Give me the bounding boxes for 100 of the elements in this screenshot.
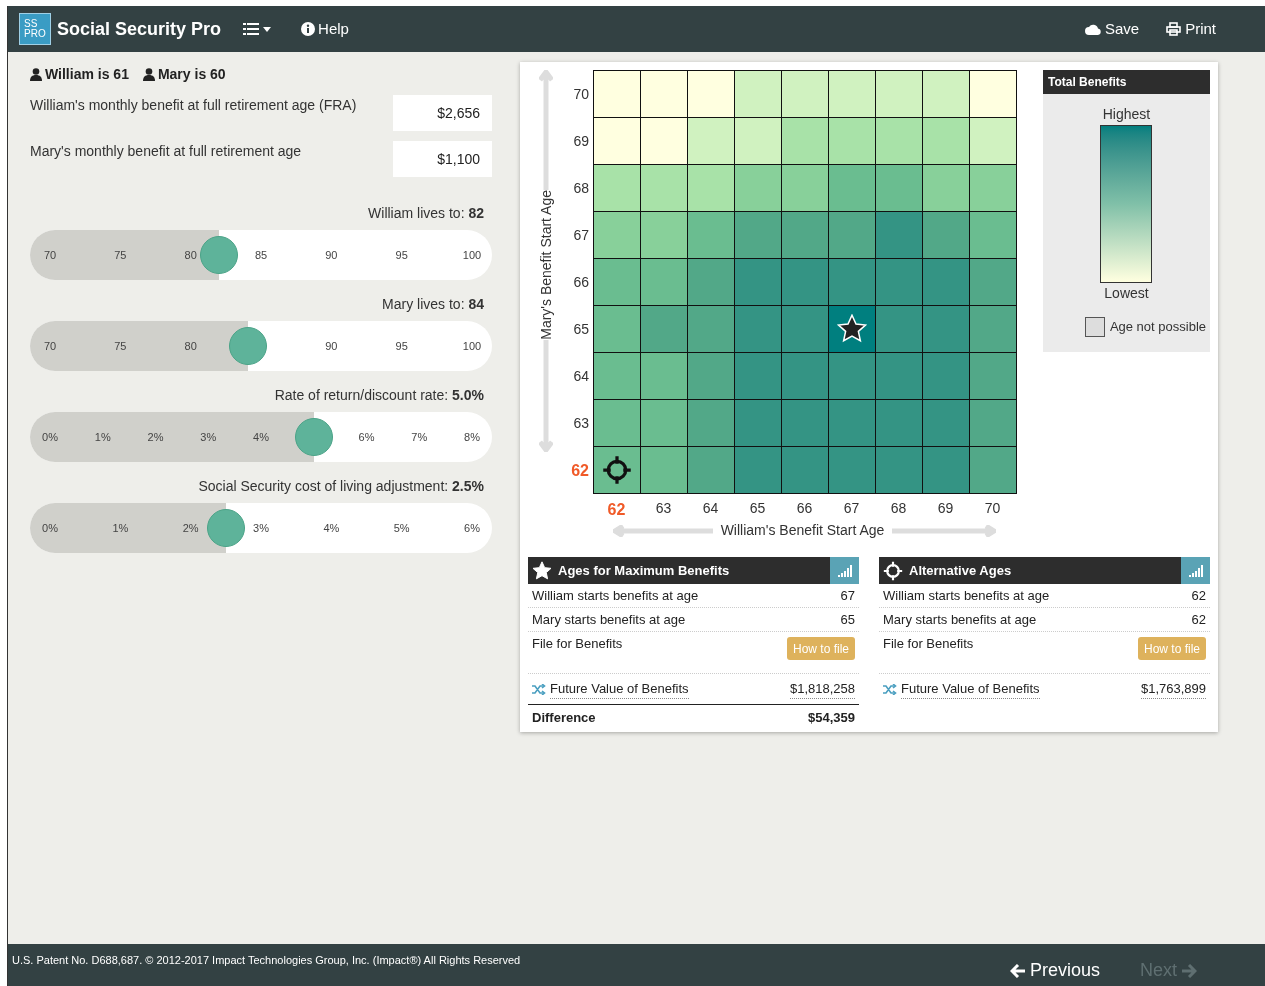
heatmap-cell[interactable]	[735, 353, 781, 399]
heatmap-cell[interactable]	[970, 400, 1016, 446]
heatmap-cell[interactable]	[923, 71, 969, 117]
heatmap-cell[interactable]	[641, 118, 687, 164]
heatmap-cell[interactable]	[735, 259, 781, 305]
heatmap-cell[interactable]	[735, 118, 781, 164]
heatmap-cell[interactable]	[735, 400, 781, 446]
heatmap-cell[interactable]	[782, 118, 828, 164]
heatmap-cell[interactable]	[594, 165, 640, 211]
heatmap-cell[interactable]	[970, 447, 1016, 493]
heatmap-cell[interactable]	[688, 259, 734, 305]
slider-track[interactable]: 70 75 80 90 95 100	[30, 321, 492, 371]
heatmap-cell[interactable]	[735, 306, 781, 352]
heatmap-cell[interactable]	[735, 447, 781, 493]
heatmap-cell[interactable]	[641, 71, 687, 117]
heatmap-cell[interactable]	[782, 71, 828, 117]
heatmap-cell[interactable]	[688, 212, 734, 258]
menu-button[interactable]	[243, 23, 272, 35]
heatmap-cell[interactable]	[829, 400, 875, 446]
heatmap-cell[interactable]	[829, 306, 875, 352]
heatmap-cell[interactable]	[970, 71, 1016, 117]
heatmap-cell[interactable]	[923, 353, 969, 399]
heatmap-cell[interactable]	[782, 353, 828, 399]
heatmap-cell[interactable]	[970, 306, 1016, 352]
heatmap-cell[interactable]	[735, 212, 781, 258]
heatmap-cell[interactable]	[876, 212, 922, 258]
benefit-input[interactable]: $1,100	[393, 141, 492, 177]
heatmap-cell[interactable]	[970, 118, 1016, 164]
heatmap-cell[interactable]	[876, 118, 922, 164]
caret-icon	[263, 26, 272, 32]
heatmap-cell[interactable]	[688, 447, 734, 493]
heatmap-cell[interactable]	[876, 447, 922, 493]
row-value: 62	[1191, 586, 1206, 605]
heatmap-cell[interactable]	[594, 447, 640, 493]
heatmap-cell[interactable]	[641, 212, 687, 258]
help-link[interactable]: Help	[301, 17, 349, 41]
heatmap-cell[interactable]	[782, 447, 828, 493]
heatmap-cell[interactable]	[688, 118, 734, 164]
heatmap-cell[interactable]	[688, 353, 734, 399]
heatmap-cell[interactable]	[970, 165, 1016, 211]
app-title: Social Security Pro	[57, 17, 222, 41]
heatmap-cell[interactable]	[782, 259, 828, 305]
print-button[interactable]: Print	[1166, 17, 1216, 41]
heatmap-cell[interactable]	[688, 400, 734, 446]
heatmap-cell[interactable]	[829, 447, 875, 493]
heatmap-cell[interactable]	[594, 118, 640, 164]
heatmap-cell[interactable]	[594, 259, 640, 305]
x-tick-label: 66	[796, 498, 813, 518]
heatmap-cell[interactable]	[923, 259, 969, 305]
heatmap-cell[interactable]	[688, 71, 734, 117]
heatmap-cell[interactable]	[594, 353, 640, 399]
chart-button[interactable]	[830, 557, 859, 584]
slider-track[interactable]: 0% 1% 2% 3% 4% 5% 6%	[30, 503, 492, 553]
heatmap-cell[interactable]	[923, 118, 969, 164]
heatmap-cell[interactable]	[876, 165, 922, 211]
heatmap-cell[interactable]	[970, 212, 1016, 258]
heatmap-cell[interactable]	[923, 306, 969, 352]
heatmap-cell[interactable]	[923, 447, 969, 493]
heatmap-cell[interactable]	[594, 306, 640, 352]
heatmap-cell[interactable]	[641, 259, 687, 305]
heatmap-cell[interactable]	[876, 259, 922, 305]
slider-track[interactable]: 0% 1% 2% 3% 4% 6% 7% 8%	[30, 412, 492, 462]
heatmap-cell[interactable]	[594, 400, 640, 446]
heatmap-cell[interactable]	[970, 259, 1016, 305]
heatmap-cell[interactable]	[782, 400, 828, 446]
heatmap-cell[interactable]	[923, 400, 969, 446]
previous-button[interactable]: Previous	[1009, 957, 1100, 984]
heatmap-cell[interactable]	[594, 212, 640, 258]
heatmap-cell[interactable]	[782, 306, 828, 352]
heatmap-cell[interactable]	[923, 212, 969, 258]
heatmap-cell[interactable]	[970, 353, 1016, 399]
heatmap-cell[interactable]	[641, 447, 687, 493]
heatmap-cell[interactable]	[641, 165, 687, 211]
heatmap-cell[interactable]	[782, 212, 828, 258]
heatmap-cell[interactable]	[641, 400, 687, 446]
heatmap-cell[interactable]	[782, 165, 828, 211]
heatmap-cell[interactable]	[829, 71, 875, 117]
heatmap-cell[interactable]	[594, 71, 640, 117]
heatmap-cell[interactable]	[688, 165, 734, 211]
heatmap-cell[interactable]	[923, 165, 969, 211]
slider-track[interactable]: 70 75 80 85 90 95 100	[30, 230, 492, 280]
heatmap-cell[interactable]	[735, 165, 781, 211]
heatmap-cell[interactable]	[829, 259, 875, 305]
heatmap-cell[interactable]	[641, 306, 687, 352]
heatmap-cell[interactable]	[688, 306, 734, 352]
heatmap-cell[interactable]	[829, 118, 875, 164]
heatmap-cell[interactable]	[876, 71, 922, 117]
heatmap-cell[interactable]	[876, 306, 922, 352]
heatmap-cell[interactable]	[829, 212, 875, 258]
chart-button[interactable]	[1181, 557, 1210, 584]
heatmap-cell[interactable]	[876, 353, 922, 399]
heatmap-cell[interactable]	[641, 353, 687, 399]
heatmap-cell[interactable]	[829, 353, 875, 399]
down-arrow-icon	[539, 339, 553, 452]
heatmap-cell[interactable]	[829, 165, 875, 211]
x-tick-label: 67	[843, 498, 860, 518]
benefit-input[interactable]: $2,656	[393, 95, 492, 131]
heatmap-cell[interactable]	[876, 400, 922, 446]
heatmap-cell[interactable]	[735, 71, 781, 117]
save-button[interactable]: Save	[1084, 17, 1140, 41]
